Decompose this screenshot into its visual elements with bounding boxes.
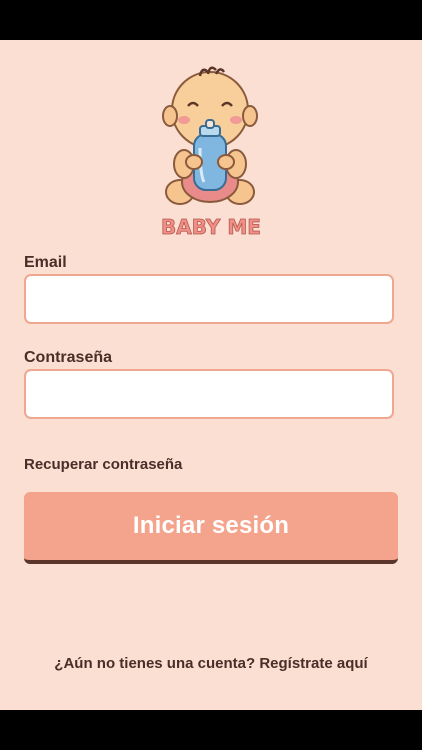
baby-with-bottle-icon: BABY ME (161, 66, 261, 239)
register-link[interactable]: Regístrate aquí (259, 655, 367, 672)
app-logo: BABY ME (150, 64, 272, 240)
register-prompt-text: ¿Aún no tienes una cuenta? (54, 655, 256, 672)
navigation-bar (0, 710, 422, 750)
password-field[interactable] (24, 369, 394, 419)
brand-text: BABY ME (161, 215, 261, 239)
recover-password-link[interactable]: Recuperar contraseña (24, 456, 182, 473)
email-field[interactable] (24, 274, 394, 324)
status-bar (0, 0, 422, 40)
password-label: Contraseña (24, 349, 113, 366)
email-label: Email (24, 254, 67, 271)
login-screen: BABY ME Email Contraseña Recuperar contr… (0, 40, 422, 710)
register-prompt: ¿Aún no tienes una cuenta? Regístrate aq… (0, 655, 422, 672)
login-button[interactable]: Iniciar sesión (24, 492, 398, 564)
